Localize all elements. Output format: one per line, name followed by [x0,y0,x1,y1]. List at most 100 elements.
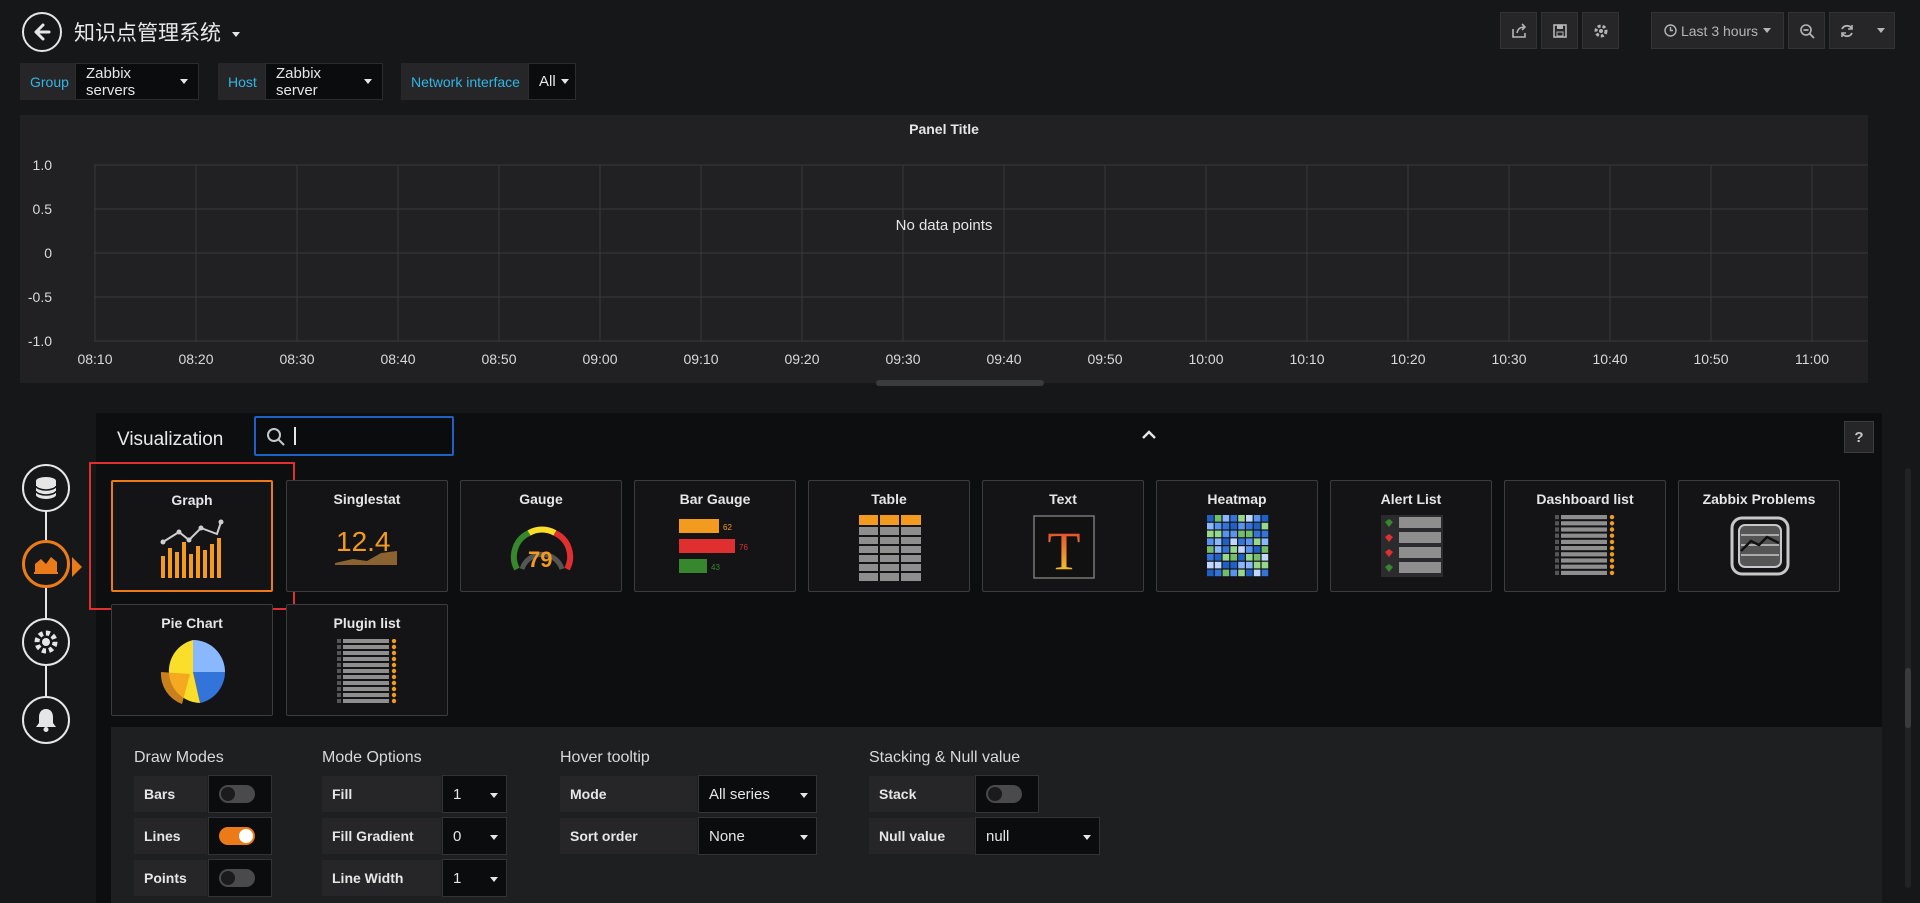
viz-card-label: Dashboard list [1536,491,1634,507]
heatmap-cell [1253,538,1261,545]
stack-toggle[interactable] [975,775,1039,813]
viz-card-plugin-list[interactable]: Plugin list [286,604,448,716]
refresh-button[interactable] [1829,12,1895,49]
viz-card-pie-chart[interactable]: Pie Chart [111,604,273,716]
active-step-pointer [72,557,82,577]
heatmap-cell [1238,546,1245,553]
list-row-marker [337,669,341,673]
heatmap-cell [1222,522,1230,530]
visualization-search-input[interactable] [254,416,454,456]
chevron-down-icon [180,79,188,84]
heatmap-cell [1238,569,1245,577]
viz-card-label: Heatmap [1207,491,1267,507]
fill-label: Fill [321,775,442,813]
viz-card-table[interactable]: Table [808,480,970,592]
panel-resize-handle[interactable] [876,380,1044,386]
share-button[interactable] [1500,12,1537,49]
gauge-value: 79 [528,547,552,572]
variable-select-network-interface[interactable]: All [528,63,576,100]
refresh-interval-dropdown-icon[interactable] [1877,28,1886,33]
heatmap-cell [1246,530,1253,538]
fill-value: 1 [453,785,462,803]
heatmap-cell [1253,561,1261,569]
fill-select[interactable]: 1 [442,775,507,813]
points-label: Points [133,859,208,897]
viz-card-singlestat[interactable]: Singlestat 12.4 [286,480,448,592]
viz-card-text[interactable]: Text T [982,480,1144,592]
heatmap-cell [1222,538,1230,545]
list-row [1561,570,1607,575]
graph-panel[interactable]: Panel Title 1.0 0.5 0 -0.5 -1.0 08:10 08:20 08:… [20,115,1868,383]
back-button[interactable] [22,12,62,52]
collapse-chevron-up-icon[interactable] [1142,430,1156,440]
chevron-down-icon [1083,835,1091,840]
visualization-nav-button[interactable] [22,540,70,588]
viz-card-dashboard-list[interactable]: Dashboard list [1504,480,1666,592]
list-row-star [1609,533,1615,538]
general-nav-button[interactable] [22,618,70,666]
null-value-select[interactable]: null [975,817,1100,855]
heatmap-cell [1214,569,1222,577]
save-icon [1552,23,1567,38]
chevron-down-icon [364,79,372,84]
viz-card-heatmap[interactable]: Heatmap [1156,480,1318,592]
bell-icon [36,709,56,732]
queries-nav-button[interactable] [22,464,70,512]
bars-toggle[interactable] [208,775,272,813]
variable-select-host[interactable]: Zabbix server [265,63,383,100]
viz-card-label: Zabbix Problems [1702,491,1816,507]
viz-card-zabbix-problems[interactable]: Zabbix Problems [1678,480,1840,592]
line-width-select[interactable]: 1 [442,859,507,897]
viz-card-gauge[interactable]: Gauge 79 [460,480,622,592]
singlestat-value: 12.4 [336,526,391,557]
list-row-marker [1555,552,1559,557]
chevron-down-icon [231,31,240,37]
list-row-star [1609,515,1615,520]
list-row-star [391,674,397,680]
line-width-value: 1 [453,869,462,887]
viz-card-label: Bar Gauge [679,491,751,507]
heatmap-cell [1238,530,1245,538]
scrollbar[interactable] [1905,468,1911,888]
heatmap-cell [1246,522,1253,530]
list-row [1561,546,1607,551]
heatmap-cell [1261,530,1269,538]
list-row-marker [1555,546,1559,551]
x-tick-label: 09:40 [986,351,1021,367]
alert-nav-button[interactable] [22,696,70,744]
area-chart-icon [34,557,58,574]
lines-toggle[interactable] [208,817,272,855]
heatmap-cell [1207,554,1214,561]
tooltip-mode-select[interactable]: All series [698,775,817,813]
dashboard-title[interactable]: 知识点管理系统 [74,17,240,47]
help-button[interactable]: ? [1844,421,1874,453]
x-tick-label: 08:40 [380,351,415,367]
settings-button[interactable] [1582,12,1619,49]
zoom-out-button[interactable] [1788,12,1825,49]
chevron-down-icon [800,835,808,840]
scrollbar-thumb[interactable] [1905,668,1911,728]
fill-gradient-value: 0 [453,827,462,845]
visualization-heading: Visualization [117,429,224,450]
variable-select-group[interactable]: Zabbix servers [75,63,199,100]
heatmap-cell [1230,554,1237,561]
toggle-switch [986,785,1022,803]
fill-gradient-select[interactable]: 0 [442,817,507,855]
clock-icon [1664,24,1677,37]
points-toggle[interactable] [208,859,272,897]
variable-value-host: Zabbix server [276,64,322,99]
svg-text:43: 43 [711,563,720,572]
list-row [343,693,389,697]
heatmap-cell [1261,515,1269,522]
list-row [343,681,389,685]
sort-order-select[interactable]: None [698,817,817,855]
viz-card-bar-gauge[interactable]: Bar Gauge 62 76 43 [634,480,796,592]
time-range-picker[interactable]: Last 3 hours [1651,12,1784,49]
list-row-marker [337,699,341,703]
variable-label-host: Host [218,63,267,100]
list-row [1561,521,1607,526]
heatmap-cell [1207,561,1214,569]
viz-card-alert-list[interactable]: Alert List [1330,480,1492,592]
list-row-marker [1555,533,1559,538]
save-dashboard-button[interactable] [1541,12,1578,49]
